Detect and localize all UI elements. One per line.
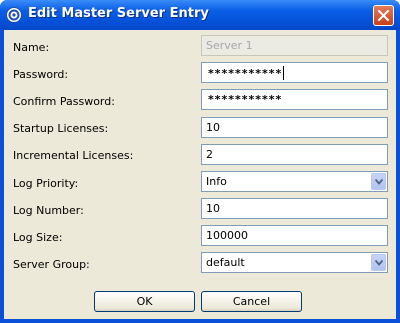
chevron-down-icon [375,179,383,185]
confirm-password-field[interactable]: *********** [201,89,388,110]
log-priority-dropdown-button[interactable] [371,173,386,190]
name-field: Server 1 [201,35,388,56]
server-group-select[interactable]: default [201,252,388,273]
incremental-licenses-label: Incremental Licenses: [13,149,134,162]
log-priority-value: Info [206,175,227,188]
confirm-password-label: Confirm Password: [13,95,115,108]
dialog-body: Name: Server 1 Password: *********** Con… [4,30,396,319]
password-field[interactable]: *********** [201,62,388,83]
text-caret [283,66,285,80]
log-priority-select[interactable]: Info [201,171,388,192]
close-icon [378,10,389,21]
dialog-title: Edit Master Server Entry [28,6,209,21]
server-group-value: default [206,256,245,269]
server-group-label: Server Group: [13,258,90,271]
password-value: *********** [208,67,283,80]
server-app-icon [6,7,22,23]
cancel-button[interactable]: Cancel [201,291,302,312]
server-group-dropdown-button[interactable] [371,254,386,271]
log-priority-label: Log Priority: [13,177,79,190]
startup-licenses-label: Startup Licenses: [13,122,109,135]
log-size-field[interactable]: 100000 [201,225,388,246]
title-bar[interactable]: Edit Master Server Entry [0,0,400,30]
close-button[interactable] [373,5,394,26]
incremental-licenses-field[interactable]: 2 [201,144,388,165]
log-size-label: Log Size: [13,231,63,244]
startup-licenses-field[interactable]: 10 [201,117,388,138]
password-label: Password: [13,68,69,81]
ok-button[interactable]: OK [94,291,195,312]
name-label: Name: [13,41,50,54]
log-number-label: Log Number: [13,204,84,217]
chevron-down-icon [375,260,383,266]
dialog-window: Edit Master Server Entry Name: Server 1 … [0,0,400,323]
log-number-field[interactable]: 10 [201,198,388,219]
